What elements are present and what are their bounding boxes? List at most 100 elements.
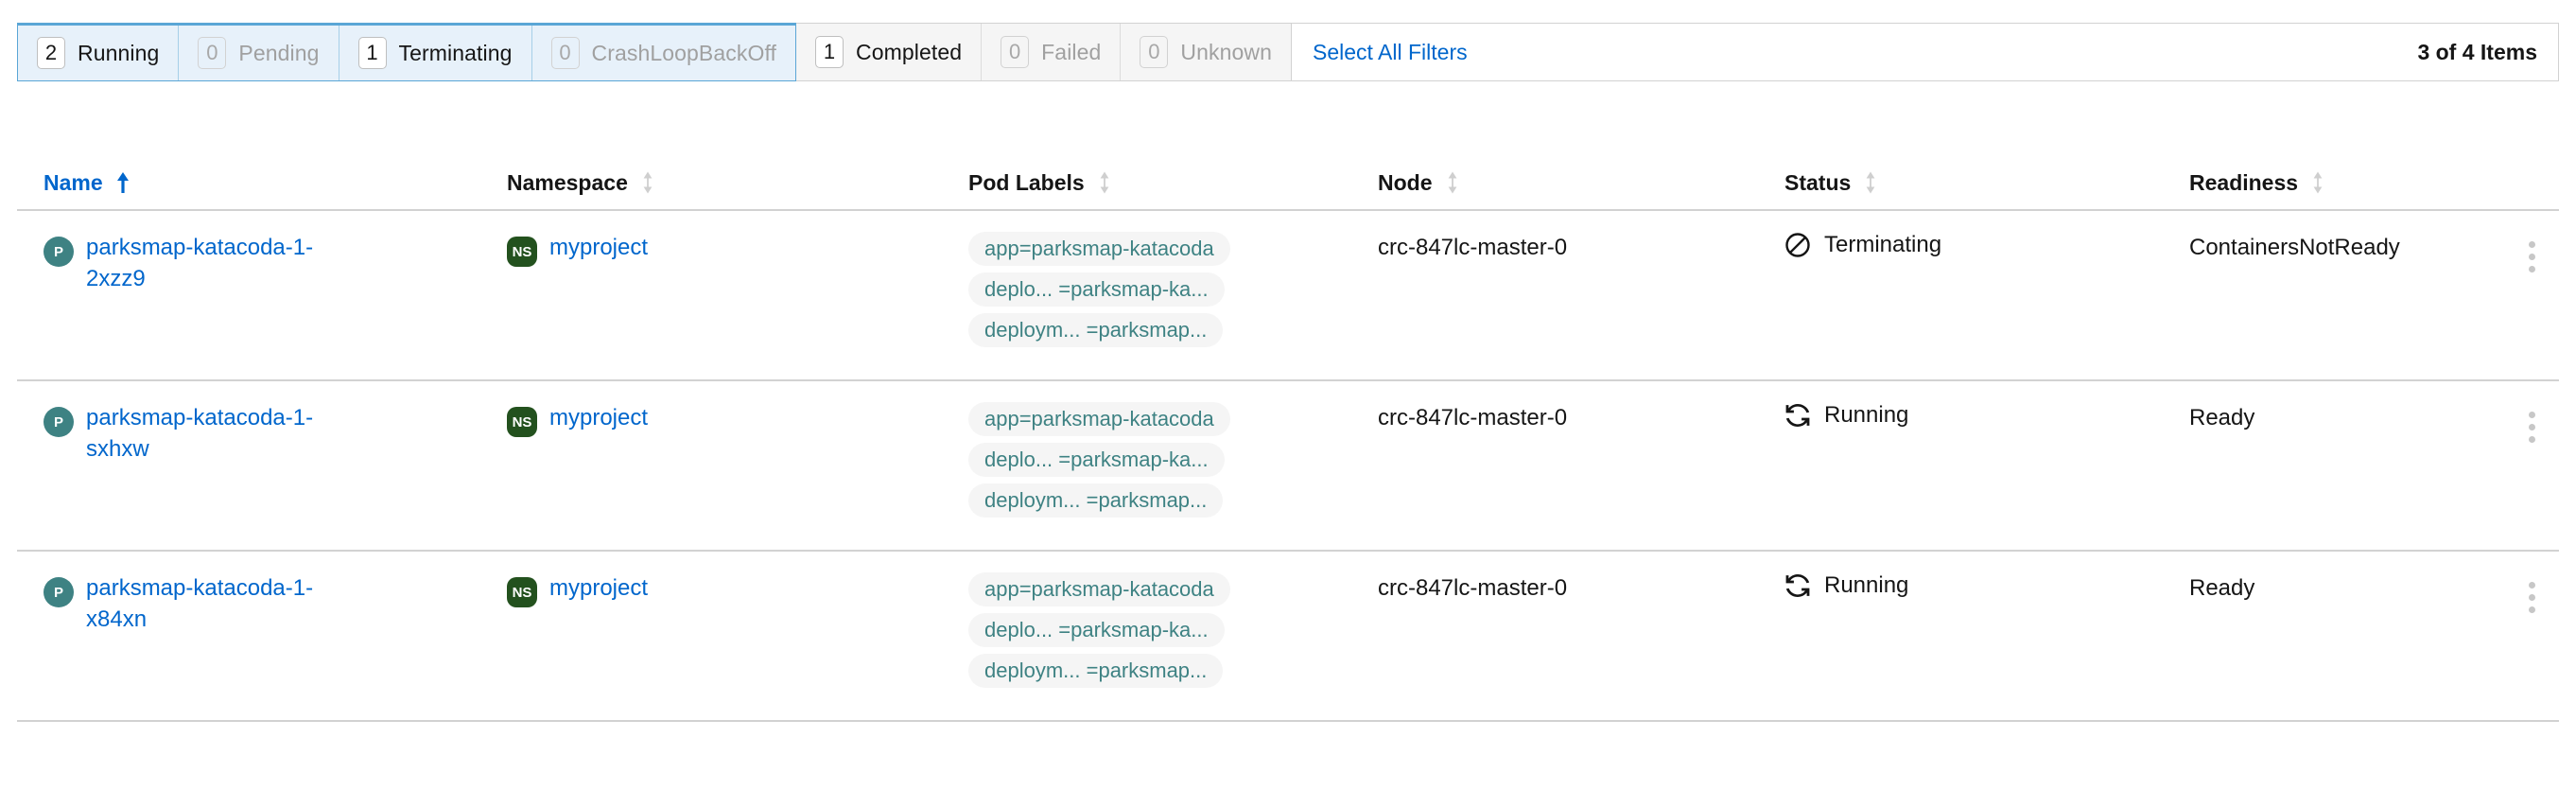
sync-icon bbox=[1784, 572, 1811, 599]
filter-chip-running[interactable]: 2 Running bbox=[18, 26, 178, 80]
filter-chip-label: Running bbox=[78, 40, 160, 65]
sort-icon[interactable] bbox=[2310, 170, 2325, 195]
namespace-link[interactable]: NS myproject bbox=[507, 402, 968, 437]
cell-namespace: NS myproject bbox=[507, 572, 968, 607]
column-header-wrap: Readiness bbox=[2189, 170, 2511, 196]
cell-actions bbox=[2511, 402, 2576, 453]
table-header-row: Name Namespace Pod Labels Node Status Readine… bbox=[17, 156, 2559, 209]
table-row: Pparksmap-katacoda-1-2xzz9 NS myproject app… bbox=[17, 211, 2559, 381]
pod-label-chip[interactable]: app=parksmap-katacoda bbox=[968, 572, 1230, 606]
column-header-readiness[interactable]: Readiness bbox=[2189, 170, 2511, 196]
filter-group-unselected: 1 Completed 0 Failed 0 Unknown bbox=[796, 23, 1292, 81]
column-header-wrap: Node bbox=[1378, 170, 1784, 196]
select-all-filters-wrap: Select All Filters bbox=[1292, 24, 1468, 80]
filter-group-selected: 2 Running 0 Pending 1 Terminating 0 CrashLoopBa… bbox=[17, 23, 797, 81]
node-name-label: crc-847lc-master-0 bbox=[1378, 235, 1568, 260]
filter-chip-completed[interactable]: 1 Completed bbox=[796, 24, 981, 80]
column-header-label: Pod Labels bbox=[968, 169, 1085, 195]
pod-label-chip[interactable]: deploym... =parksmap... bbox=[968, 313, 1224, 347]
node-name-label: crc-847lc-master-0 bbox=[1378, 575, 1568, 601]
filter-chip-label: Completed bbox=[856, 39, 963, 64]
namespace-link[interactable]: NS myproject bbox=[507, 232, 968, 267]
namespace-name-label[interactable]: myproject bbox=[549, 232, 648, 263]
cell-readiness: Ready bbox=[2189, 402, 2511, 433]
cell-actions bbox=[2511, 232, 2576, 283]
filter-chip-pending[interactable]: 0 Pending bbox=[178, 26, 338, 80]
pod-name-label[interactable]: parksmap-katacoda-1-2xzz9 bbox=[86, 232, 322, 294]
namespace-name-label[interactable]: myproject bbox=[549, 572, 648, 604]
filter-chip-count: 0 bbox=[1140, 36, 1169, 68]
sort-icon[interactable] bbox=[640, 170, 655, 195]
filter-chip-unknown[interactable]: 0 Unknown bbox=[1120, 24, 1291, 80]
filter-chip-label: Failed bbox=[1041, 39, 1102, 64]
pod-resource-icon: P bbox=[44, 407, 74, 437]
namespace-link[interactable]: NS myproject bbox=[507, 572, 968, 607]
pod-name-label[interactable]: parksmap-katacoda-1-x84xn bbox=[86, 572, 322, 635]
column-header-pod-labels[interactable]: Pod Labels bbox=[968, 170, 1378, 196]
filter-chip-terminating[interactable]: 1 Terminating bbox=[338, 26, 531, 80]
cell-actions bbox=[2511, 572, 2576, 624]
namespace-resource-icon: NS bbox=[507, 407, 537, 437]
pod-label-chip[interactable]: deploym... =parksmap... bbox=[968, 654, 1224, 688]
column-header-name[interactable]: Name bbox=[44, 170, 507, 196]
column-header-label: Node bbox=[1378, 169, 1433, 195]
kebab-menu-icon[interactable] bbox=[2511, 400, 2552, 453]
pod-label-chip[interactable]: deplo... =parksmap-ka... bbox=[968, 272, 1225, 307]
select-all-filters-link[interactable]: Select All Filters bbox=[1313, 40, 1468, 65]
column-header-namespace[interactable]: Namespace bbox=[507, 170, 968, 196]
filter-group-list: 2 Running 0 Pending 1 Terminating 0 CrashLoopBa… bbox=[17, 23, 1292, 81]
cell-name: Pparksmap-katacoda-1-2xzz9 bbox=[44, 232, 507, 294]
kebab-menu-icon[interactable] bbox=[2511, 571, 2552, 624]
pods-list-page: 2 Running 0 Pending 1 Terminating 0 CrashLoopBa… bbox=[0, 0, 2576, 808]
cell-name: Pparksmap-katacoda-1-sxhxw bbox=[44, 402, 507, 465]
toolbar-spacer bbox=[1467, 24, 2418, 80]
pod-label-list: app=parksmap-katacoda deplo... =parksmap-… bbox=[968, 232, 1378, 347]
filter-chip-label: CrashLoopBackOff bbox=[591, 40, 777, 65]
column-header-wrap: Namespace bbox=[507, 170, 968, 196]
filter-chip-label: Terminating bbox=[398, 40, 513, 65]
cell-node: crc-847lc-master-0 bbox=[1378, 572, 1784, 604]
sync-icon bbox=[1784, 402, 1811, 429]
sort-ascending-icon[interactable] bbox=[115, 170, 131, 195]
cell-status: Running bbox=[1784, 402, 2189, 429]
cell-node: crc-847lc-master-0 bbox=[1378, 402, 1784, 433]
filter-chip-count: 2 bbox=[37, 37, 65, 69]
cell-status: Terminating bbox=[1784, 232, 2189, 258]
sort-icon[interactable] bbox=[1097, 170, 1112, 195]
filter-chip-crashloopbackoff[interactable]: 0 CrashLoopBackOff bbox=[531, 26, 796, 80]
pod-label-chip[interactable]: deplo... =parksmap-ka... bbox=[968, 443, 1225, 477]
column-header-node[interactable]: Node bbox=[1378, 170, 1784, 196]
namespace-name-label[interactable]: myproject bbox=[549, 402, 648, 433]
filter-chip-failed[interactable]: 0 Failed bbox=[981, 24, 1120, 80]
cell-readiness: ContainersNotReady bbox=[2189, 232, 2511, 263]
column-header-wrap: Status bbox=[1784, 170, 2189, 196]
kebab-menu-icon[interactable] bbox=[2511, 230, 2552, 283]
pod-label-chip[interactable]: app=parksmap-katacoda bbox=[968, 402, 1230, 436]
column-header-status[interactable]: Status bbox=[1784, 170, 2189, 196]
status-label: Running bbox=[1824, 572, 1909, 598]
table-body: Pparksmap-katacoda-1-2xzz9 NS myproject app… bbox=[17, 209, 2559, 722]
pod-link[interactable]: Pparksmap-katacoda-1-x84xn bbox=[44, 572, 507, 635]
status-label: Terminating bbox=[1824, 232, 1942, 257]
cell-pod-labels: app=parksmap-katacoda deplo... =parksmap-… bbox=[968, 402, 1378, 518]
pod-label-list: app=parksmap-katacoda deplo... =parksmap-… bbox=[968, 572, 1378, 688]
filter-chip-count: 0 bbox=[550, 37, 580, 69]
pod-label-chip[interactable]: deplo... =parksmap-ka... bbox=[968, 613, 1225, 647]
column-header-label: Namespace bbox=[507, 169, 628, 195]
column-header-label: Name bbox=[44, 169, 103, 195]
node-name-label: crc-847lc-master-0 bbox=[1378, 405, 1568, 430]
filter-chip-count: 0 bbox=[198, 37, 227, 69]
pod-label-chip[interactable]: deploym... =parksmap... bbox=[968, 483, 1224, 518]
pod-link[interactable]: Pparksmap-katacoda-1-sxhxw bbox=[44, 402, 507, 465]
column-header-label: Readiness bbox=[2189, 169, 2299, 195]
sort-icon[interactable] bbox=[1445, 170, 1460, 195]
pod-label-chip[interactable]: app=parksmap-katacoda bbox=[968, 232, 1230, 266]
column-header-label: Status bbox=[1784, 169, 1852, 195]
cell-node: crc-847lc-master-0 bbox=[1378, 232, 1784, 263]
sort-icon[interactable] bbox=[1863, 170, 1878, 195]
status-filter-toolbar: 2 Running 0 Pending 1 Terminating 0 CrashLoopBa… bbox=[17, 23, 2559, 81]
pod-link[interactable]: Pparksmap-katacoda-1-2xzz9 bbox=[44, 232, 507, 294]
filter-chip-count: 1 bbox=[357, 37, 387, 69]
pod-name-label[interactable]: parksmap-katacoda-1-sxhxw bbox=[86, 402, 322, 465]
readiness-label: ContainersNotReady bbox=[2189, 235, 2400, 260]
